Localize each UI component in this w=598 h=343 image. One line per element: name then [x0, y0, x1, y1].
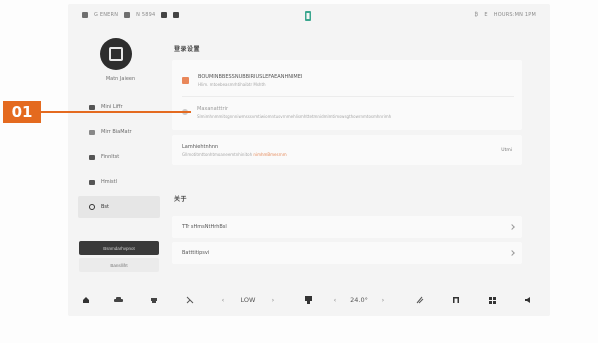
status-right-1: E [484, 12, 488, 18]
row-title: Maxanatttrir [197, 105, 229, 112]
sidebar-nav: Mini Liffr Mirr BiaMatr Finnltst Hmistl … [78, 96, 160, 221]
sidebar-item-settings[interactable]: Bst [78, 196, 160, 218]
status-bar-left: G ENERN N 5894 [82, 12, 180, 18]
media-icon [89, 104, 95, 110]
row-subtitle: Gllmotitmttonhtmoaneemtnhinitoh nimhmBme… [182, 152, 287, 157]
vehicle-icon [89, 129, 95, 135]
callout-label: 01 [3, 101, 41, 123]
bottom-dock: ‹ LOW › ‹ 24.0° › [68, 286, 550, 314]
username: Matn Jaieen [105, 76, 136, 82]
avatar[interactable] [100, 38, 132, 70]
about-row-1[interactable]: TTr sHmsNtHrhBsl [172, 216, 522, 238]
sidebar: Matn Jaieen Mini Liffr Mirr BiaMatr Finn… [78, 34, 163, 284]
sidebar-item-label: Finnltst [101, 154, 120, 160]
settings-icon [89, 204, 95, 210]
sidebar-item-label: Bst [101, 204, 109, 210]
sidebar-item-label: Mini Liffr [101, 104, 123, 110]
display-screen: G ENERN N 5894 ₿ E HOURS:MN 1PM Matn Jai… [68, 4, 550, 316]
car-icon[interactable] [112, 294, 124, 306]
climate-icon[interactable] [302, 294, 314, 306]
music-icon[interactable] [450, 294, 462, 306]
volume-icon[interactable] [522, 294, 534, 306]
row-subtitle: Hlim. mtoebeasmrhtihaibtr Mshth [198, 81, 266, 87]
temperature-value: 24.0° [350, 296, 368, 304]
fan-decrease-button[interactable]: ‹ [218, 294, 228, 306]
about-row-content: Batttitipsvi [172, 242, 522, 264]
home-icon[interactable] [80, 294, 92, 306]
account-icon [182, 76, 189, 84]
photo-frame: G ENERN N 5894 ₿ E HOURS:MN 1PM Matn Jai… [0, 0, 598, 343]
primary-action-button[interactable]: Bsnmdarhvpnot [79, 241, 159, 255]
setting-row: Lamhiehtnhnn Gllmotitmttonhtmoaneemtnhin… [172, 137, 522, 163]
login-row-option[interactable]: Maxanatttrir Slmimhnmmitsgnnniwmsssvmtiw… [172, 98, 522, 126]
status-bar-right: ₿ E HOURS:MN 1PM [474, 12, 536, 18]
display-icon [89, 179, 95, 185]
login-settings-card: BOUMINBBESSNUBBIRIUSLEFAEANHNIMEI Hlim. … [172, 60, 522, 130]
row-subtitle-accent: nimhmBmesrnm [253, 151, 287, 157]
temp-increase-button[interactable]: › [378, 294, 388, 306]
bluetooth-icon [161, 12, 168, 18]
sidebar-item-vehicle[interactable]: Mirr BiaMatr [78, 121, 160, 143]
sidebar-item-navigation[interactable]: Finnltst [78, 146, 160, 168]
wifi-icon [124, 12, 131, 18]
user-badge-icon [109, 47, 123, 61]
secondary-action-button[interactable]: Bansllifrt [79, 258, 159, 272]
row-title: Batttitipsvi [182, 250, 210, 256]
signal-icon [82, 12, 88, 18]
fan-off-icon[interactable] [184, 294, 196, 306]
divider [182, 96, 514, 97]
fan-speed-value: LOW [240, 296, 256, 304]
fan-increase-button[interactable]: › [268, 294, 278, 306]
row-value: Utmi [501, 147, 512, 153]
row-title: TTr sHmsNtHrhBsl [182, 224, 227, 230]
seat-icon[interactable] [148, 294, 160, 306]
status-right-0: ₿ [474, 12, 479, 18]
setting-card[interactable]: Lamhiehtnhnn Gllmotitmttonhtmoaneemtnhin… [172, 135, 522, 165]
login-row-account[interactable]: BOUMINBBESSNUBBIRIUSLEFAEANHNIMEI Hlim. … [172, 66, 522, 94]
brand-logo-icon [305, 11, 311, 21]
row-subtitle-text: Gllmotitmttonhtmoaneemtnhinitoh [182, 151, 253, 157]
section-title-login: 登录设置 [174, 46, 201, 53]
about-row-content: TTr sHmsNtHrhBsl [172, 216, 522, 238]
status-left-0: G ENERN [94, 12, 119, 18]
apps-grid-icon[interactable] [486, 294, 498, 306]
navigation-icon [89, 154, 95, 160]
section-title-about: 关于 [174, 196, 188, 203]
status-right-2: HOURS:MN 1PM [493, 12, 536, 18]
temp-decrease-button[interactable]: ‹ [330, 294, 340, 306]
notification-icon [173, 12, 180, 18]
sidebar-item-media[interactable]: Mini Liffr [78, 96, 160, 118]
sidebar-item-display[interactable]: Hmistl [78, 171, 160, 193]
row-title: Lamhiehtnhnn [182, 143, 219, 150]
sidebar-item-label: Hmistl [101, 179, 117, 185]
about-row-2[interactable]: Batttitipsvi [172, 242, 522, 264]
status-left-1: N 5894 [136, 12, 156, 18]
callout-line [41, 111, 191, 113]
row-title: BOUMINBBESSNUBBIRIUSLEFAEANHNIMEI [198, 73, 303, 80]
row-subtitle: Slmimhnmmitsgnnniwmsssvmtiwiomntusvrnmeh… [197, 113, 392, 119]
defrost-icon[interactable] [414, 294, 426, 306]
sidebar-item-label: Mirr BiaMatr [101, 129, 132, 135]
